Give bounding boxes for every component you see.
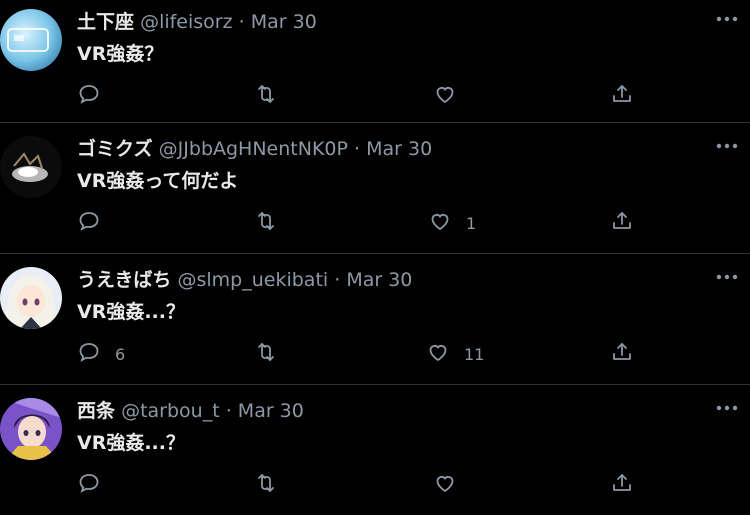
separator-dot: ·: [354, 138, 361, 160]
more-icon[interactable]: [714, 138, 740, 152]
reply-button[interactable]: [77, 470, 115, 500]
tweet-date[interactable]: Mar 30: [251, 11, 317, 33]
retweet-icon: [254, 340, 278, 368]
reply-icon: [77, 82, 101, 110]
separator-dot: ·: [334, 269, 341, 291]
share-icon: [610, 340, 634, 368]
display-name[interactable]: 西条: [77, 400, 115, 422]
avatar[interactable]: [0, 136, 62, 198]
tweet-text: VR強姦...？: [77, 432, 185, 454]
share-icon: [610, 209, 634, 237]
share-icon: [610, 471, 634, 499]
tweet-actions: [77, 81, 637, 111]
retweet-button[interactable]: [254, 339, 278, 369]
tweet-actions: 1: [77, 208, 637, 238]
avatar[interactable]: [0, 9, 62, 71]
tweet-feed: 土下座 @lifeisorz · Mar 30 VR強姦？ ゴミクズ @JJbb…: [0, 0, 750, 506]
reply-button[interactable]: 6: [77, 339, 125, 369]
tweet-header: うえきばち @slmp_uekibati · Mar 30: [77, 267, 412, 293]
tweet-date[interactable]: Mar 30: [238, 400, 304, 422]
like-icon: [426, 340, 450, 368]
display-name[interactable]: 土下座: [77, 11, 134, 33]
tweet-text: VR強姦って何だよ: [77, 170, 239, 192]
tweet-header: 西条 @tarbou_t · Mar 30: [77, 398, 304, 424]
share-button[interactable]: [610, 81, 634, 111]
tweet-header: ゴミクズ @JJbbAgHNentNK0P · Mar 30: [77, 136, 432, 162]
user-handle[interactable]: @slmp_uekibati: [177, 269, 328, 291]
share-icon: [610, 82, 634, 110]
more-icon[interactable]: [714, 269, 740, 283]
tweet-text: VR強姦？: [77, 43, 164, 65]
avatar[interactable]: [0, 398, 62, 460]
tweet-actions: [77, 470, 637, 500]
like-button[interactable]: 11: [426, 339, 484, 369]
tweet-date[interactable]: Mar 30: [346, 269, 412, 291]
like-icon: [433, 82, 457, 110]
more-icon[interactable]: [714, 400, 740, 414]
like-icon: [428, 209, 452, 237]
like-button[interactable]: [433, 81, 471, 111]
retweet-button[interactable]: [254, 208, 278, 238]
tweet[interactable]: 土下座 @lifeisorz · Mar 30 VR強姦？: [0, 0, 750, 122]
like-count: 1: [466, 213, 477, 233]
tweet-text: VR強姦...？: [77, 301, 185, 323]
reply-icon: [77, 340, 101, 368]
separator-dot: ·: [225, 400, 232, 422]
tweet[interactable]: ゴミクズ @JJbbAgHNentNK0P · Mar 30 VR強姦って何だよ…: [0, 122, 750, 253]
separator-dot: ·: [238, 11, 245, 33]
share-button[interactable]: [610, 339, 634, 369]
reply-count: 6: [115, 344, 126, 364]
tweet[interactable]: 西条 @tarbou_t · Mar 30 VR強姦...？: [0, 384, 750, 515]
avatar[interactable]: [0, 267, 62, 329]
like-icon: [433, 471, 457, 499]
retweet-icon: [254, 82, 278, 110]
retweet-icon: [254, 209, 278, 237]
tweet[interactable]: うえきばち @slmp_uekibati · Mar 30 VR強姦...？ 6…: [0, 253, 750, 384]
display-name[interactable]: うえきばち: [77, 269, 171, 291]
user-handle[interactable]: @tarbou_t: [121, 400, 220, 422]
retweet-button[interactable]: [254, 470, 278, 500]
like-button[interactable]: 1: [428, 208, 476, 238]
retweet-button[interactable]: [254, 81, 278, 111]
tweet-header: 土下座 @lifeisorz · Mar 30: [77, 9, 317, 35]
retweet-icon: [254, 471, 278, 499]
reply-button[interactable]: [77, 81, 115, 111]
reply-icon: [77, 209, 101, 237]
share-button[interactable]: [610, 208, 634, 238]
user-handle[interactable]: @JJbbAgHNentNK0P: [159, 138, 348, 160]
reply-icon: [77, 471, 101, 499]
user-handle[interactable]: @lifeisorz: [140, 11, 233, 33]
display-name[interactable]: ゴミクズ: [77, 138, 153, 160]
tweet-date[interactable]: Mar 30: [366, 138, 432, 160]
more-icon[interactable]: [714, 11, 740, 25]
share-button[interactable]: [610, 470, 634, 500]
like-count: 11: [464, 344, 485, 364]
reply-button[interactable]: [77, 208, 115, 238]
tweet-actions: 6 11: [77, 339, 637, 369]
like-button[interactable]: [433, 470, 471, 500]
